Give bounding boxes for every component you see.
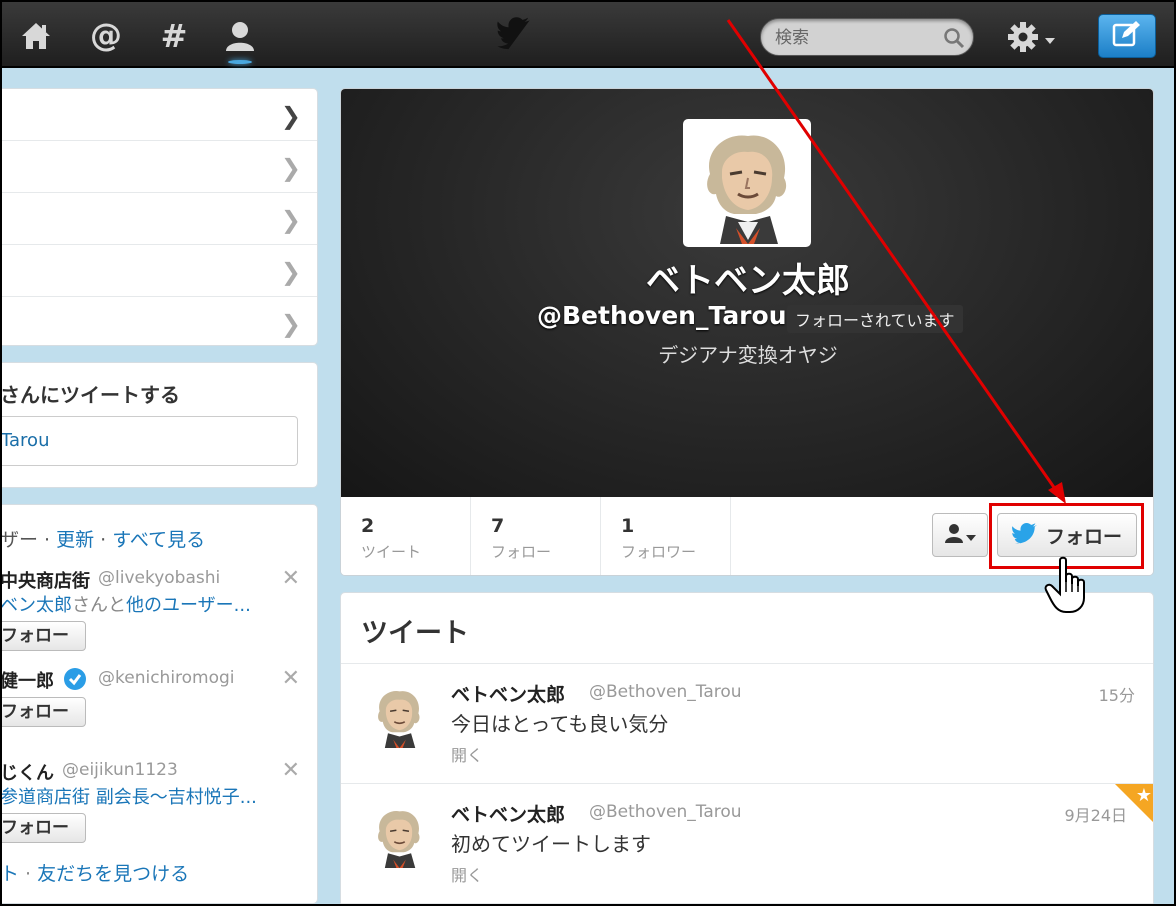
find-friends-link[interactable]: 友だちを見つける [37, 863, 189, 885]
stat-following[interactable]: 7 フォロー [471, 497, 601, 575]
suggested-user-context: ベン太郎さんと他のユーザー... [0, 591, 251, 617]
stat-label: フォロー [491, 543, 552, 561]
context-link-others[interactable]: 他のユーザー... [126, 595, 251, 616]
chevron-right-icon: ❯ [280, 310, 301, 338]
tweet-timestamp[interactable]: 9月24日 [1064, 802, 1127, 826]
search-input[interactable] [775, 25, 935, 51]
user-actions-dropdown[interactable] [932, 513, 988, 557]
follow-button[interactable]: フォロー [0, 621, 86, 651]
profile-nav-row[interactable]: ❯ [0, 141, 317, 193]
tweet-author-handle[interactable]: @Bethoven_Tarou [589, 682, 742, 702]
settings-menu[interactable] [1006, 20, 1056, 58]
who-to-follow-title: ザー · [0, 529, 57, 551]
profile-nav-row[interactable]: ❯ [0, 89, 317, 141]
tweets-card: ツイート ベトベン太郎 @Bethoven_Tarou 15分 今日はとっても良… [340, 592, 1154, 906]
tweet-to-input[interactable]: Tarou [0, 416, 298, 466]
tweet-author-name[interactable]: ベトベン太郎 [451, 800, 565, 827]
avatar[interactable] [683, 119, 811, 247]
stat-followers[interactable]: 1 フォロワー [601, 497, 731, 575]
profile-bio: デジアナ変換オヤジ [658, 343, 838, 367]
hand-pointer-icon [1044, 556, 1094, 618]
separator: · [19, 863, 38, 885]
tweet-to-user-card: さんにツイートする Tarou [0, 362, 318, 488]
context-link[interactable]: ベン太郎 [0, 595, 72, 616]
avatar[interactable] [367, 804, 431, 868]
tweets-title: ツイート [361, 618, 469, 649]
tweet-text: 今日はとっても良い気分 [451, 712, 669, 736]
hashtag-discover-icon[interactable]: # [154, 16, 194, 56]
profile-nav-row[interactable]: ❯ [0, 245, 317, 297]
follow-button[interactable]: フォロー [0, 813, 86, 843]
svg-text:#: # [161, 20, 188, 52]
search-box[interactable] [760, 18, 974, 56]
chevron-right-icon: ❯ [280, 154, 301, 182]
refresh-link[interactable]: 更新 [56, 529, 94, 551]
at-mentions-icon[interactable]: @ [86, 16, 126, 56]
compose-tweet-icon [1112, 20, 1142, 52]
verified-badge-icon [64, 668, 86, 690]
caret-down-icon [1044, 30, 1056, 49]
dismiss-icon[interactable]: ✕ [282, 666, 300, 691]
profile-handle: @Bethoven_Tarou [537, 301, 787, 330]
tweet-item[interactable]: ★ ベトベン太郎 @Bethoven_Tarou 9月24日 初めてツイートしま… [341, 784, 1153, 904]
stat-label: ツイート [361, 543, 422, 561]
context-text: さんと [72, 595, 126, 616]
stat-tweets[interactable]: 2 ツイート [341, 497, 471, 575]
suggested-user-context: 参道商店街 副会長～吉村悦子... [0, 783, 257, 809]
suggested-user-handle[interactable]: @eijikun1123 [62, 760, 178, 780]
compose-tweet-button[interactable] [1098, 14, 1156, 58]
footer-link[interactable]: ト [0, 863, 19, 885]
user-icon [944, 523, 964, 547]
profile-icon[interactable] [220, 16, 260, 56]
who-to-follow-card: ザー · 更新 · すべて見る 中央商店街 @livekyobashi ✕ ベン… [0, 504, 318, 904]
follow-button[interactable]: フォロー [0, 697, 86, 727]
chevron-right-icon: ❯ [280, 258, 301, 286]
profile-nav-row[interactable]: ❯ [0, 297, 317, 349]
profile-name: ベトベン太郎 [646, 261, 850, 301]
dismiss-icon[interactable]: ✕ [282, 566, 300, 591]
stat-value: 7 [491, 515, 505, 537]
caret-down-icon [966, 526, 976, 545]
stat-label: フォロワー [621, 543, 697, 561]
twitter-bird-icon [494, 16, 534, 54]
stat-value: 1 [621, 515, 635, 537]
profile-nav-card: ❯ ❯ ❯ ❯ ❯ [0, 88, 318, 346]
suggested-user-handle[interactable]: @livekyobashi [98, 568, 220, 588]
top-nav-bar: @ # [0, 0, 1176, 68]
tweet-text: 初めてツイートします [451, 832, 651, 856]
who-to-follow-heading: ザー · 更新 · すべて見る [0, 525, 205, 552]
home-icon[interactable] [16, 16, 56, 56]
tweet-author-name[interactable]: ベトベン太郎 [451, 680, 565, 707]
context-link[interactable]: 参道商店街 副会長～吉村悦子... [0, 787, 257, 808]
tweet-timestamp[interactable]: 15分 [1099, 682, 1135, 706]
suggested-user-name[interactable]: 中央商店街 [0, 567, 90, 593]
expand-tweet-link[interactable]: 開く [451, 742, 483, 766]
star-icon: ★ [1135, 785, 1152, 806]
chevron-right-icon: ❯ [280, 206, 301, 234]
suggested-user-name[interactable]: 健一郎 [0, 667, 54, 693]
tweet-to-input-value: Tarou [1, 430, 50, 451]
profile-nav-row[interactable]: ❯ [0, 193, 317, 245]
chevron-right-icon: ❯ [280, 102, 301, 130]
search-icon[interactable] [943, 27, 965, 53]
avatar[interactable] [367, 684, 431, 748]
stat-value: 2 [361, 515, 375, 537]
who-to-follow-footer: ト · 友だちを見つける [0, 859, 189, 886]
tweet-author-handle[interactable]: @Bethoven_Tarou [589, 802, 742, 822]
separator: · [94, 529, 113, 551]
profile-hero: ベトベン太郎 @Bethoven_Tarou フォローされています デジアナ変換… [341, 89, 1153, 497]
expand-tweet-link[interactable]: 開く [451, 862, 483, 886]
tweet-to-title: さんにツイートする [0, 383, 180, 407]
suggested-user-handle[interactable]: @kenichiromogi [98, 668, 235, 688]
view-all-link[interactable]: すべて見る [112, 529, 205, 551]
follows-you-badge: フォローされています [787, 305, 963, 333]
active-nav-indicator [228, 60, 252, 64]
suggested-user-name[interactable]: じくん [0, 759, 54, 785]
svg-text:@: @ [90, 19, 122, 53]
dismiss-icon[interactable]: ✕ [282, 758, 300, 783]
tweet-item[interactable]: ベトベン太郎 @Bethoven_Tarou 15分 今日はとっても良い気分 開… [341, 664, 1153, 784]
gear-icon[interactable] [1006, 20, 1040, 58]
